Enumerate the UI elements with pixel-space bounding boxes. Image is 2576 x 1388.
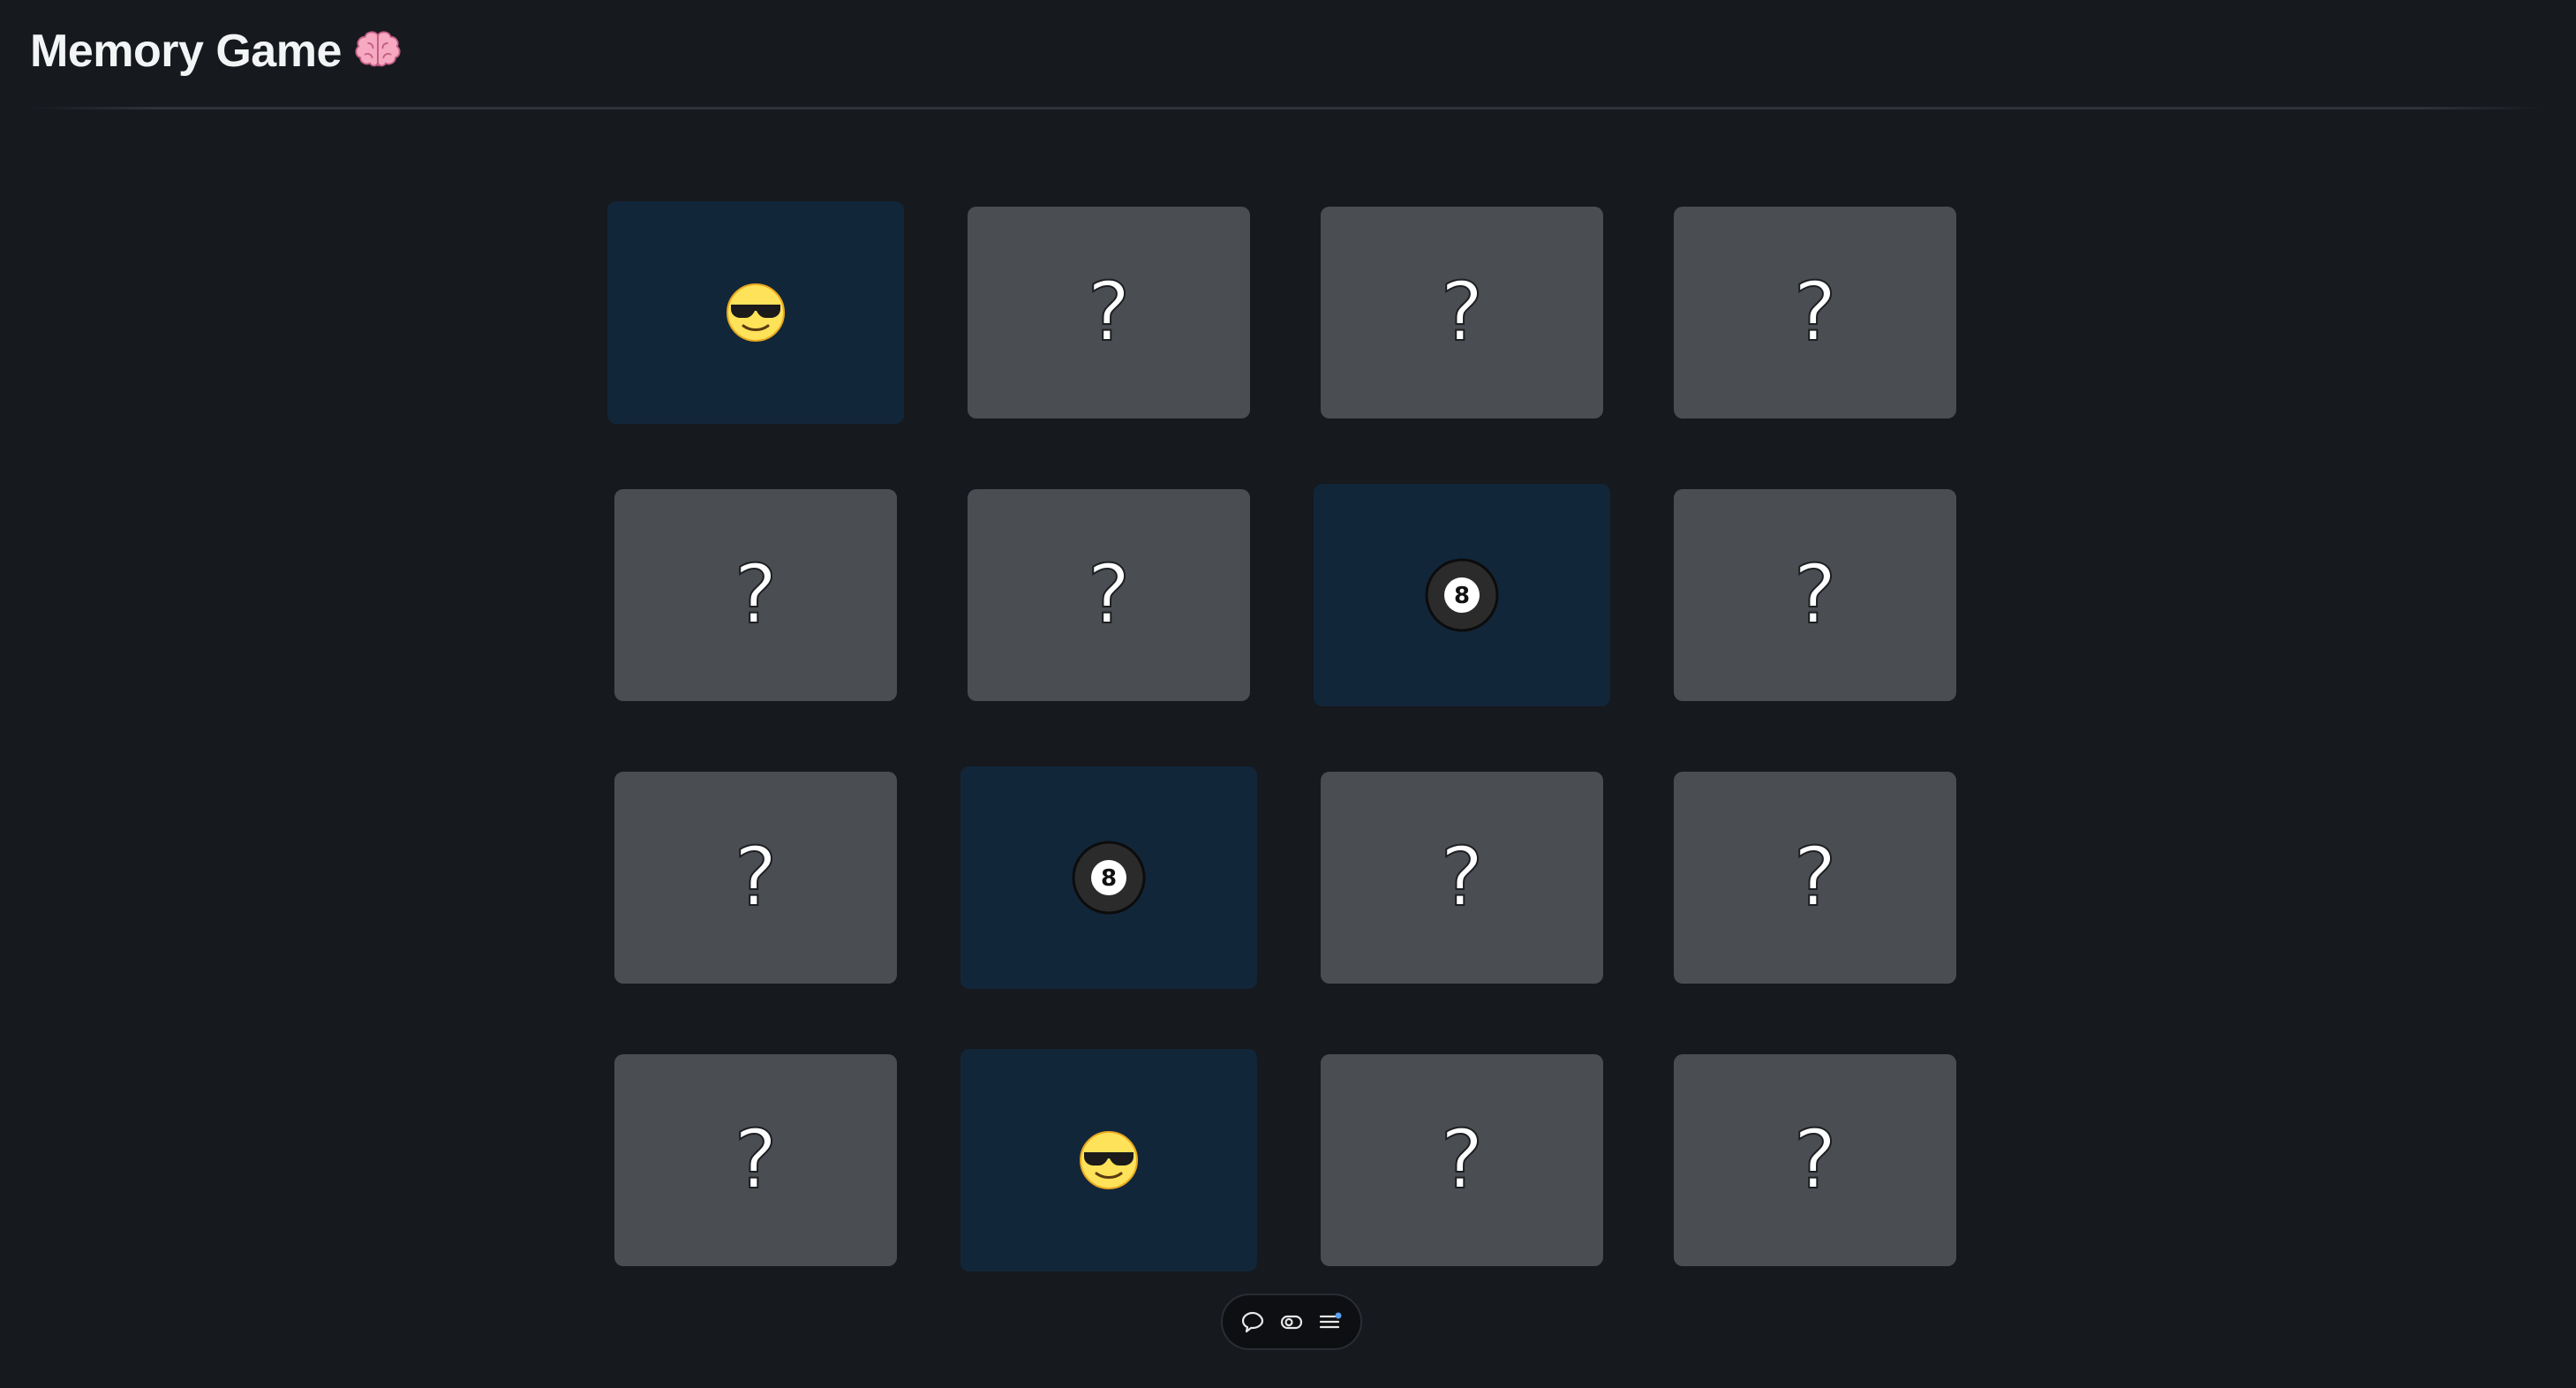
menu-icon (1319, 1312, 1342, 1329)
card-revealed[interactable] (1314, 484, 1610, 706)
card-revealed[interactable] (960, 1049, 1257, 1271)
page-title-text: Memory Game (30, 26, 342, 77)
card-hidden[interactable]: ? (1321, 207, 1603, 419)
card-hidden[interactable]: ? (968, 489, 1250, 701)
card-hidden[interactable]: ? (614, 489, 897, 701)
question-mark-icon: ? (734, 547, 779, 642)
question-mark-icon: ? (1793, 1113, 1838, 1207)
card-hidden[interactable]: ? (1674, 772, 1956, 984)
eight-ball-icon (1072, 841, 1146, 915)
page-title: Memory Game (30, 25, 403, 78)
toggle-button[interactable] (1276, 1306, 1307, 1338)
menu-button[interactable] (1314, 1306, 1346, 1338)
question-mark-icon: ? (1440, 1113, 1485, 1207)
comment-icon (1241, 1311, 1264, 1333)
question-mark-icon: ? (1087, 547, 1132, 642)
card-hidden[interactable]: ? (1321, 1054, 1603, 1266)
sunglasses-face-icon (726, 283, 786, 343)
card-revealed[interactable] (960, 766, 1257, 989)
card-revealed[interactable] (607, 201, 904, 424)
question-mark-icon: ? (734, 830, 779, 924)
sunglasses-face-icon (1079, 1130, 1139, 1190)
floating-toolbar (1221, 1294, 1362, 1350)
card-hidden[interactable]: ? (614, 772, 897, 984)
question-mark-icon: ? (1793, 265, 1838, 359)
card-hidden[interactable]: ? (614, 1054, 897, 1266)
card-hidden[interactable]: ? (1674, 489, 1956, 701)
question-mark-icon: ? (1440, 830, 1485, 924)
header-divider (30, 107, 2546, 109)
question-mark-icon: ? (1087, 265, 1132, 359)
card-hidden[interactable]: ? (1674, 207, 1956, 419)
question-mark-icon: ? (1440, 265, 1485, 359)
card-hidden[interactable]: ? (1321, 772, 1603, 984)
question-mark-icon: ? (1793, 547, 1838, 642)
page: Memory Game ???????????? (0, 0, 2576, 1388)
brain-icon (355, 31, 401, 67)
question-mark-icon: ? (734, 1113, 779, 1207)
question-mark-icon: ? (1793, 830, 1838, 924)
toggle-icon (1280, 1315, 1303, 1330)
eight-ball-icon (1425, 558, 1499, 632)
card-hidden[interactable]: ? (1674, 1054, 1956, 1266)
comment-button[interactable] (1237, 1306, 1269, 1338)
card-hidden[interactable]: ? (968, 207, 1250, 419)
